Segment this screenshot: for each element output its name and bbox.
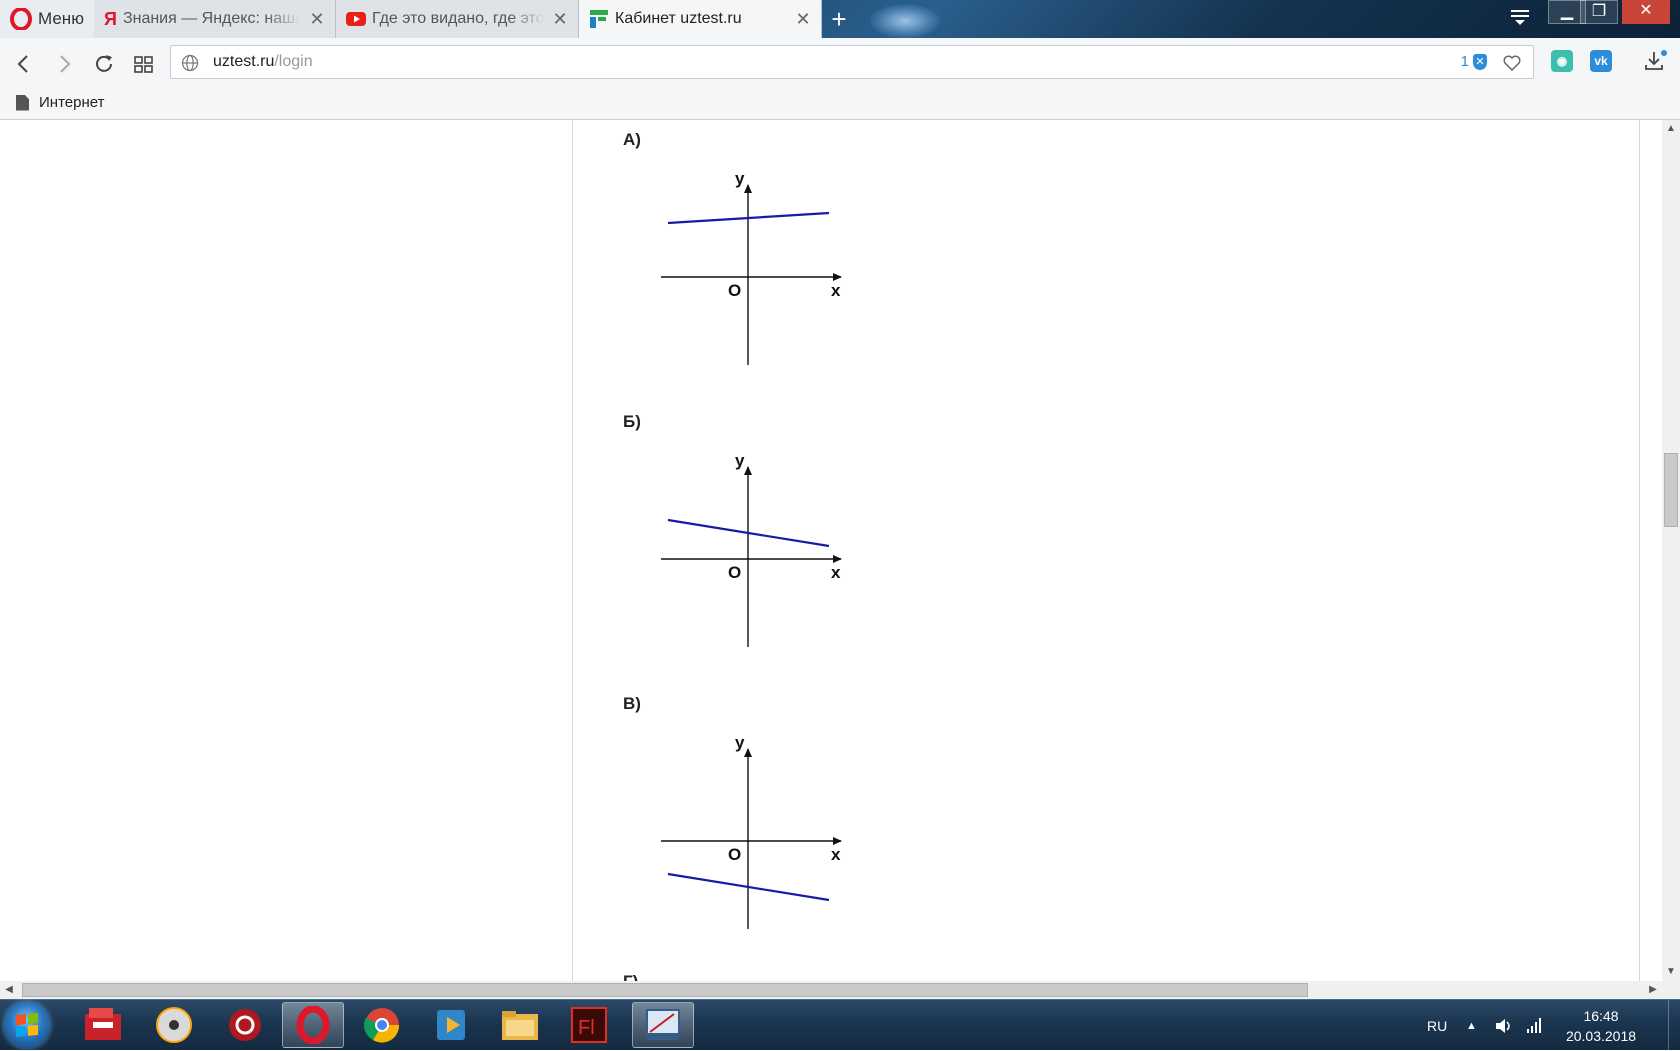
language-indicator[interactable]: RU	[1427, 1000, 1447, 1051]
browser-titlebar: Меню Я Знания — Яндекс: нашлось ✕ Где эт…	[0, 0, 1680, 38]
speed-dial-icon[interactable]	[130, 50, 158, 78]
forward-icon[interactable]	[50, 50, 78, 78]
horizontal-scrollbar[interactable]: ◀ ▶	[0, 981, 1662, 999]
snapshot-icon[interactable]: ◉	[1551, 50, 1573, 72]
scroll-left-icon[interactable]: ◀	[0, 981, 18, 999]
yandex-icon: Я	[104, 8, 117, 29]
bookmarks-bar: Интернет	[0, 88, 1680, 120]
web-page: А) y x O Б) y x O В) y x O	[0, 120, 1662, 981]
dvd-icon[interactable]	[143, 1002, 205, 1048]
graph-a: y x O	[661, 170, 842, 365]
vertical-scroll-thumb[interactable]	[1664, 453, 1678, 527]
close-tab-icon[interactable]: ✕	[309, 10, 325, 28]
windows-taskbar: Fl RU ▲ 16:48 20.03.2018	[0, 999, 1680, 1051]
tab-uztest[interactable]: Кабинет uztest.ru ✕	[579, 0, 822, 38]
y-label: y	[735, 452, 745, 470]
scrollbar-corner	[1662, 981, 1680, 999]
reload-icon[interactable]	[90, 50, 118, 78]
volume-icon[interactable]	[1494, 1016, 1514, 1036]
youtube-icon	[346, 12, 366, 26]
folder-icon[interactable]	[489, 1002, 551, 1048]
vertical-scrollbar[interactable]: ▲ ▼	[1662, 120, 1680, 981]
adblock-shield-icon: ✕	[1473, 53, 1487, 70]
background-glow	[870, 4, 940, 38]
x-label: x	[831, 281, 841, 300]
uztest-icon	[590, 10, 608, 28]
back-icon[interactable]	[10, 50, 38, 78]
tab-youtube[interactable]: Где это видано, где это слыхано ✕	[336, 0, 579, 38]
option-label-c: В)	[623, 694, 641, 713]
url-path: /login	[274, 53, 313, 70]
settings-gear-icon[interactable]	[214, 1002, 276, 1048]
menu-label: Меню	[38, 9, 84, 28]
horizontal-scroll-thumb[interactable]	[22, 983, 1308, 997]
tab-yandex[interactable]: Я Знания — Яндекс: нашлось ✕	[94, 0, 336, 38]
flash-icon[interactable]: Fl	[558, 1002, 620, 1048]
chrome-icon[interactable]	[351, 1002, 413, 1048]
opera-logo-icon	[10, 8, 32, 30]
bookmark-label: Интернет	[39, 94, 105, 111]
restore-button[interactable]: ❐	[1580, 0, 1618, 24]
origin-label: O	[728, 281, 741, 300]
opera-icon[interactable]	[282, 1002, 344, 1048]
graph-c: y x O	[661, 734, 842, 929]
network-signal-icon[interactable]	[1526, 1016, 1544, 1034]
tab-title: Знания — Яндекс: нашлось	[122, 10, 301, 27]
tab-title: Кабинет uztest.ru	[615, 10, 742, 27]
clock-date: 20.03.2018	[1565, 1028, 1637, 1044]
graph-b: y x O	[661, 452, 842, 647]
media-player-icon[interactable]	[420, 1002, 482, 1048]
option-label-a: А)	[623, 130, 641, 149]
system-clock[interactable]: 16:48 20.03.2018	[1556, 1006, 1646, 1046]
downloads-icon[interactable]	[1642, 48, 1668, 74]
adblock-indicator[interactable]: 1 ✕	[1461, 53, 1487, 70]
opera-menu-button[interactable]: Меню	[0, 0, 94, 38]
globe-icon[interactable]	[181, 54, 199, 72]
easy-setup-icon[interactable]	[1508, 4, 1532, 28]
start-button[interactable]	[4, 1002, 50, 1048]
vk-icon[interactable]: vk	[1590, 50, 1612, 72]
content-column: А) y x O Б) y x O В) y x O	[572, 120, 1640, 981]
scroll-down-icon[interactable]: ▼	[1662, 963, 1680, 981]
close-tab-icon[interactable]: ✕	[552, 10, 568, 28]
x-label: x	[831, 563, 841, 582]
y-label: y	[735, 734, 745, 752]
scroll-up-icon[interactable]: ▲	[1662, 120, 1680, 138]
close-tab-icon[interactable]: ✕	[795, 10, 811, 28]
adblock-count: 1	[1460, 53, 1469, 70]
url-host: uztest.ru	[213, 53, 275, 70]
y-label: y	[735, 170, 745, 188]
language-label: RU	[1427, 1017, 1448, 1034]
tray-expand-icon[interactable]: ▲	[1466, 1000, 1477, 1051]
tab-title: Где это видано, где это слыхано	[372, 10, 544, 27]
clock-time: 16:48	[1583, 1008, 1619, 1024]
toolbox-icon[interactable]	[72, 1002, 134, 1048]
file-icon	[16, 94, 29, 111]
url-text[interactable]: uztest.ru/login	[213, 53, 313, 71]
close-window-button[interactable]: ✕	[1622, 0, 1670, 24]
bookmark-internet[interactable]: Интернет	[16, 94, 104, 111]
show-desktop-button[interactable]	[1668, 1000, 1680, 1051]
scroll-right-icon[interactable]: ▶	[1644, 981, 1662, 999]
presentation-icon[interactable]	[632, 1002, 694, 1048]
origin-label: O	[728, 845, 741, 864]
option-label-b: Б)	[623, 412, 641, 431]
windows-logo-icon	[16, 1012, 38, 1038]
bookmark-heart-icon[interactable]	[1501, 52, 1523, 74]
new-tab-button[interactable]: +	[826, 6, 852, 32]
option-label-d-partial: Г)	[623, 972, 638, 981]
address-bar[interactable]: uztest.ru/login 1 ✕	[170, 45, 1534, 79]
svg-text:Fl: Fl	[578, 1017, 595, 1039]
origin-label: O	[728, 563, 741, 582]
x-label: x	[831, 845, 841, 864]
